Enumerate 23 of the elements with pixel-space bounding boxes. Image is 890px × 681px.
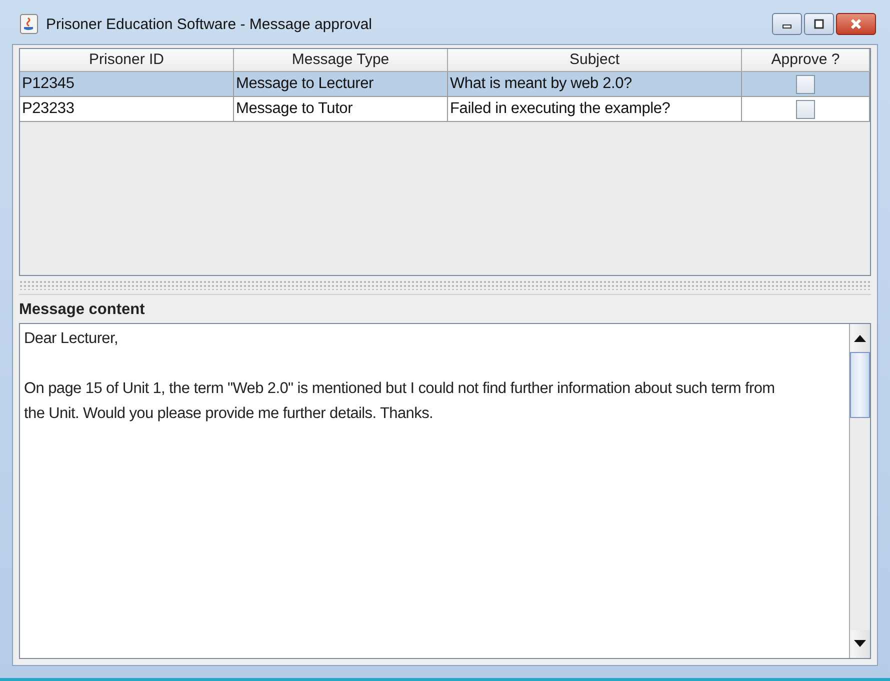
column-header[interactable]: Message Type (234, 49, 448, 72)
close-button[interactable] (836, 13, 876, 35)
close-icon (849, 18, 863, 30)
splitter-handle[interactable] (19, 280, 871, 290)
table-cell: Failed in executing the example? (448, 97, 742, 122)
column-header[interactable]: Approve ? (742, 49, 870, 72)
message-paragraph: On page 15 of Unit 1, the term "Web 2.0" is mentioned but I could not find further information about such term from the Unit. Would you please provide me further details. Thanks. (24, 379, 776, 424)
table-row[interactable]: P23233 Message to Tutor Failed in executing the example? (20, 97, 870, 122)
column-header[interactable]: Subject (448, 49, 742, 72)
checkbox[interactable] (796, 74, 815, 94)
message-paragraph: Dear Lecturer, (24, 329, 120, 349)
maximize-icon (813, 19, 825, 29)
table-cell: Message to Tutor (234, 97, 448, 122)
window-title: Prisoner Education Software - Message approval (46, 16, 372, 32)
checkbox[interactable] (796, 100, 815, 118)
table-cell: P23233 (20, 97, 234, 122)
table-row[interactable]: P12345 Message to Lecturer What is meant by web 2.0? (20, 72, 870, 97)
minimize-button[interactable] (772, 13, 802, 35)
scrollbar[interactable] (849, 324, 870, 658)
column-header[interactable]: Prisoner ID (20, 49, 234, 72)
coffee-cup-icon (20, 14, 38, 34)
maximize-button[interactable] (804, 13, 834, 35)
scroll-thumb[interactable] (850, 352, 870, 418)
